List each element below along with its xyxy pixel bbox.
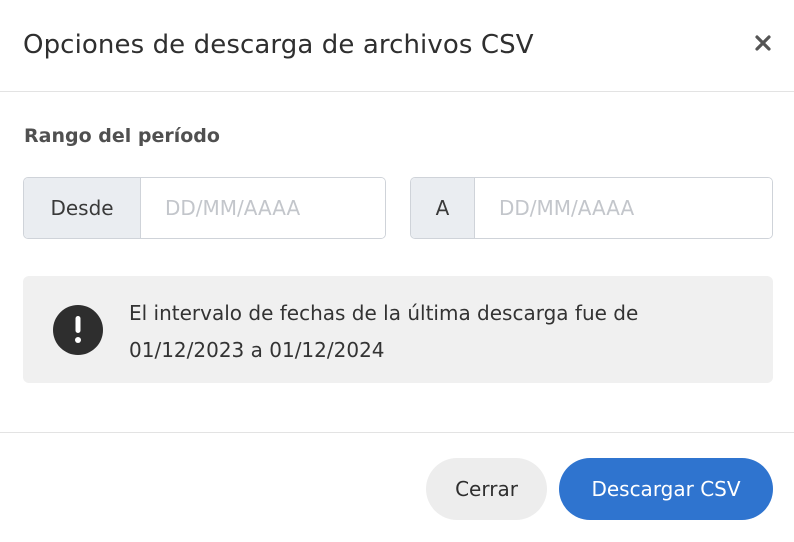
close-button[interactable] bbox=[748, 28, 778, 58]
alert-icon bbox=[53, 305, 103, 355]
cancel-button[interactable]: Cerrar bbox=[426, 458, 547, 520]
from-date-group: Desde bbox=[23, 177, 386, 239]
period-range-label: Rango del período bbox=[24, 125, 220, 147]
download-csv-button[interactable]: Descargar CSV bbox=[559, 458, 773, 520]
to-date-group: A bbox=[410, 177, 773, 239]
notice-text: El intervalo de fechas de la última desc… bbox=[129, 301, 639, 362]
csv-download-dialog: Opciones de descarga de archivos CSV Ran… bbox=[0, 0, 794, 542]
dialog-header: Opciones de descarga de archivos CSV bbox=[0, 0, 794, 92]
to-date-input[interactable] bbox=[475, 178, 772, 238]
dialog-title: Opciones de descarga de archivos CSV bbox=[23, 30, 534, 60]
from-date-input[interactable] bbox=[141, 178, 385, 238]
footer-divider bbox=[0, 432, 794, 433]
last-download-notice: El intervalo de fechas de la última desc… bbox=[23, 276, 773, 383]
to-date-label: A bbox=[411, 178, 475, 238]
from-date-label: Desde bbox=[24, 178, 141, 238]
close-icon bbox=[755, 35, 771, 51]
